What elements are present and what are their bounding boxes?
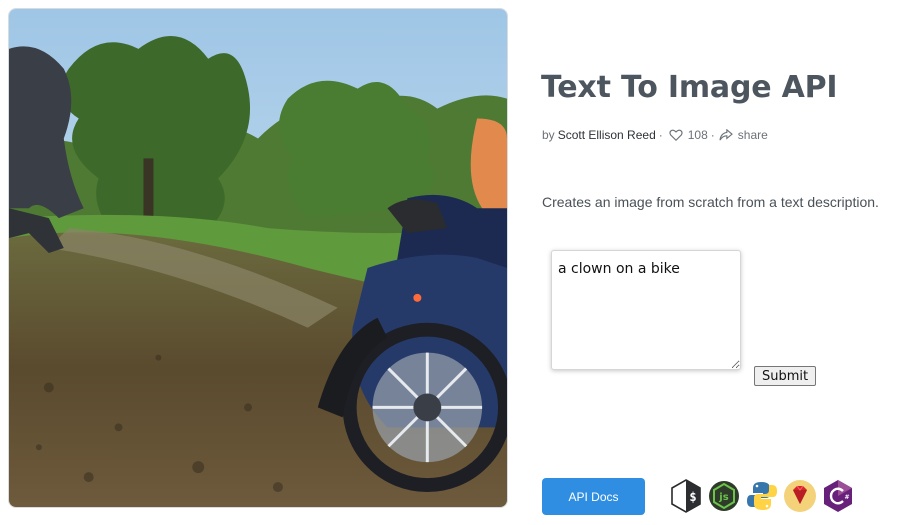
- nodejs-icon[interactable]: js: [707, 478, 741, 514]
- svg-text:js: js: [718, 492, 728, 503]
- generated-image: [8, 8, 508, 508]
- shell-icon[interactable]: $: [669, 478, 703, 514]
- csharp-icon[interactable]: #: [821, 478, 855, 514]
- author-link[interactable]: Scott Ellison Reed: [558, 128, 656, 142]
- svg-text:$: $: [689, 490, 696, 504]
- language-icons: $ js #: [669, 478, 855, 514]
- byline-separator: ·: [658, 128, 663, 142]
- ruby-icon[interactable]: [783, 478, 817, 514]
- share-link[interactable]: share: [738, 128, 768, 142]
- page-title: Text To Image API: [541, 70, 838, 105]
- python-icon[interactable]: [745, 478, 779, 514]
- byline-prefix: by: [542, 128, 555, 142]
- share-icon[interactable]: [719, 128, 733, 141]
- api-description: Creates an image from scratch from a tex…: [542, 194, 879, 210]
- svg-text:#: #: [844, 494, 849, 501]
- prompt-input[interactable]: [551, 250, 741, 370]
- byline: by Scott Ellison Reed · 108 · share: [542, 128, 768, 142]
- likes-count: 108: [687, 128, 708, 142]
- api-docs-button[interactable]: API Docs: [542, 478, 645, 515]
- byline-separator-2: ·: [710, 128, 715, 142]
- heart-icon[interactable]: [669, 128, 683, 142]
- submit-button[interactable]: Submit: [754, 366, 817, 386]
